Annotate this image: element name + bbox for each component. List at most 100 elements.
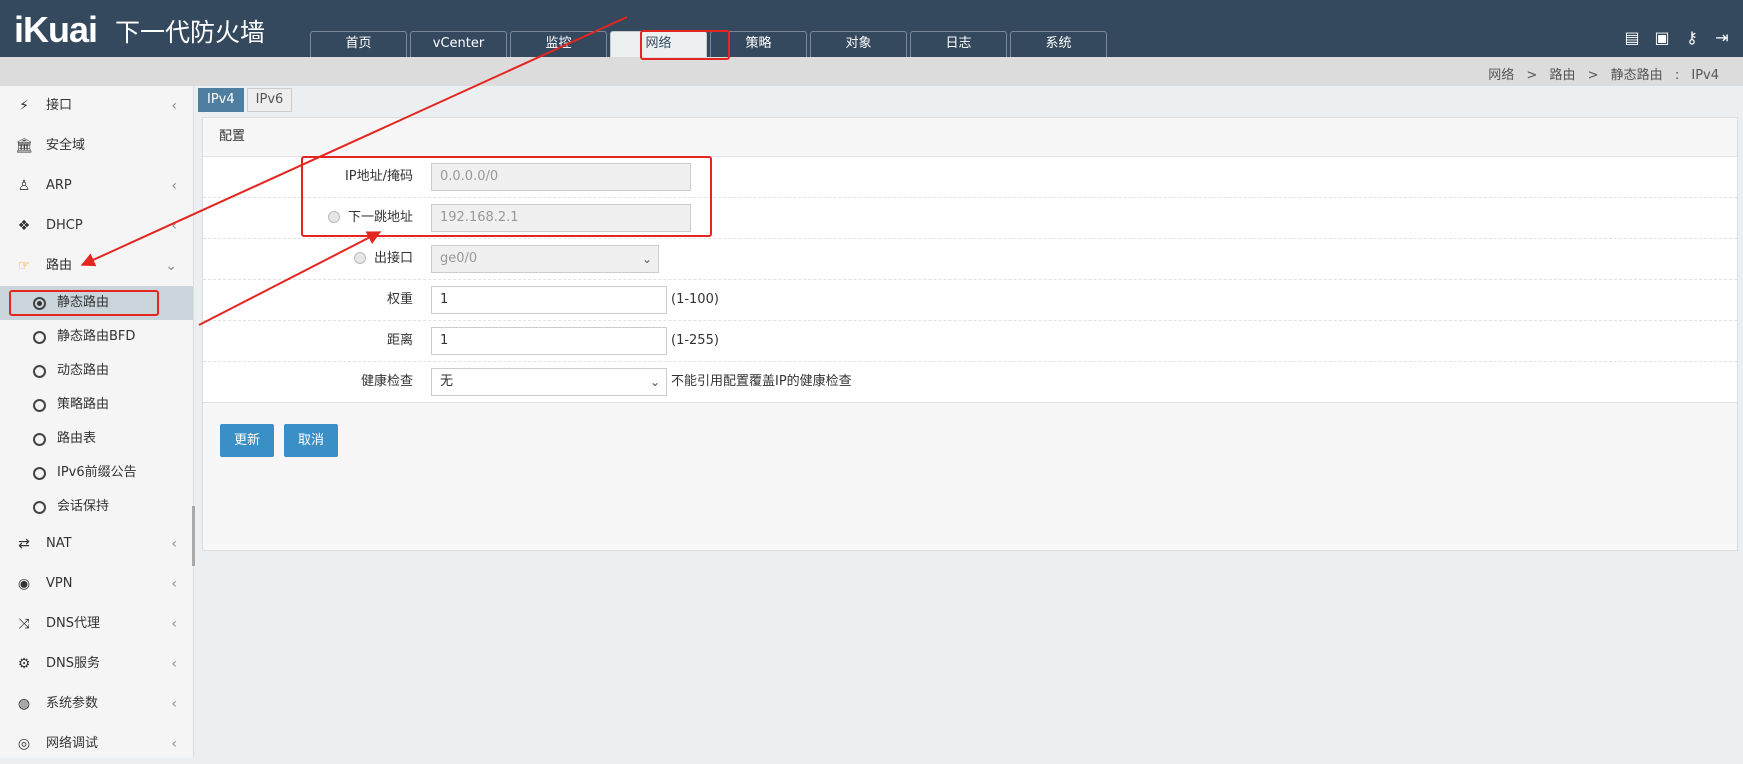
plug-icon: ⚡ — [19, 98, 29, 114]
sidebar-subitem-label: 会话保持 — [57, 499, 110, 514]
tab-ipv6[interactable]: IPv6 — [246, 88, 293, 112]
health-check-label: 健康检查 — [360, 374, 413, 389]
breadcrumb-static-route[interactable]: 静态路由 — [1611, 68, 1663, 83]
update-button[interactable]: 更新 — [220, 424, 275, 457]
tab-system[interactable]: 系统 — [1010, 31, 1107, 57]
next-hop-radio[interactable] — [327, 210, 340, 223]
sidebar-item-label: DHCP — [46, 218, 83, 233]
sidebar-item-dns-service[interactable]: ⚙ DNS服务 ‹ — [0, 644, 193, 684]
cancel-button[interactable]: 取消 — [284, 424, 339, 457]
sidebar-item-label: 系统参数 — [46, 696, 99, 711]
sidebar-item-vpn[interactable]: ◉ VPN ‹ — [0, 564, 193, 604]
sidebar-subitem-label: IPv6前缀公告 — [57, 465, 137, 480]
sidebar-item-dhcp[interactable]: ❖ DHCP ‹ — [0, 206, 193, 246]
tab-monitor[interactable]: 监控 — [510, 31, 607, 57]
sidebar-subitem-session-keep[interactable]: 会话保持 — [0, 490, 193, 524]
tab-home[interactable]: 首页 — [310, 31, 407, 57]
tab-log[interactable]: 日志 — [910, 31, 1007, 57]
chevron-left-icon: ‹ — [171, 536, 177, 552]
chevron-left-icon: ‹ — [171, 616, 177, 632]
sidebar-item-security-zone[interactable]: 🏛 安全域 — [0, 126, 193, 166]
chevron-down-icon: ⌄ — [165, 258, 177, 274]
sidebar-item-system-params[interactable]: ◍ 系统参数 ‹ — [0, 684, 193, 724]
sidebar-item-nat[interactable]: ⇄ NAT ‹ — [0, 524, 193, 564]
sidebar-subitem-ipv6-prefix[interactable]: IPv6前缀公告 — [0, 456, 193, 490]
header-toolbar: ▤ ▣ ⚷ ⇥ — [1623, 28, 1731, 47]
health-check-select[interactable]: 无 ⌄ — [431, 368, 667, 396]
lock-icon: ◉ — [17, 576, 31, 592]
sidebar-item-label: VPN — [46, 576, 73, 591]
sidebar-subitem-route-table[interactable]: 路由表 — [0, 422, 193, 456]
chevron-left-icon: ‹ — [171, 218, 177, 234]
tab-vcenter[interactable]: vCenter — [410, 31, 507, 57]
sidebar-item-label: 网络调试 — [46, 736, 99, 751]
out-interface-value: ge0/0 — [440, 251, 478, 266]
sidebar-item-label: NAT — [46, 536, 72, 551]
main-nav-tabs: 首页 vCenter 监控 网络 策略 对象 日志 系统 — [310, 31, 1110, 57]
logo: iKuai — [14, 9, 98, 50]
weight-hint: (1-100) — [671, 292, 719, 307]
sidebar-subitem-dynamic-route[interactable]: 动态路由 — [0, 354, 193, 388]
distance-label: 距离 — [386, 333, 413, 348]
sidebar-item-arp[interactable]: ♙ ARP ‹ — [0, 166, 193, 206]
shuffle-icon: ⤨ — [18, 616, 30, 632]
save-icon[interactable]: ▣ — [1653, 28, 1671, 47]
sidebar: ⚡ 接口 ‹ 🏛 安全域 ♙ ARP ‹ ❖ DHCP ‹ ☞ 路由 ⌄ 静态路… — [0, 86, 195, 758]
radio-icon — [33, 501, 46, 514]
chevron-down-icon: ⌄ — [641, 252, 652, 266]
ip-version-tabs: IPv4 IPv6 — [198, 88, 293, 112]
chevron-left-icon: ‹ — [171, 656, 177, 672]
form-row-distance: 距离 1 (1-255) — [203, 321, 1737, 362]
out-interface-select[interactable]: ge0/0 ⌄ — [431, 245, 659, 273]
weight-input[interactable]: 1 — [431, 286, 667, 314]
chevron-left-icon: ‹ — [171, 576, 177, 592]
next-hop-label-wrap: 下一跳地址 — [203, 198, 413, 238]
sidebar-item-interface[interactable]: ⚡ 接口 ‹ — [0, 86, 193, 126]
radio-icon — [33, 331, 46, 344]
sidebar-item-route[interactable]: ☞ 路由 ⌄ — [0, 246, 193, 286]
sidebar-item-label: 接口 — [46, 98, 73, 113]
form-actions: 更新 取消 — [220, 424, 339, 457]
tab-object[interactable]: 对象 — [810, 31, 907, 57]
breadcrumb: 网络 > 路由 > 静态路由 : IPv4 — [1484, 64, 1723, 83]
next-hop-label: 下一跳地址 — [347, 210, 413, 225]
top-header: iKuai 下一代防火墙 首页 vCenter 监控 网络 策略 对象 日志 系… — [0, 0, 1743, 57]
ip-mask-input[interactable]: 0.0.0.0/0 — [431, 163, 691, 191]
breadcrumb-route[interactable]: 路由 — [1549, 68, 1575, 83]
out-if-radio[interactable] — [353, 251, 366, 264]
gears-icon: ⚙ — [17, 656, 31, 672]
cubes-icon: ❖ — [17, 218, 31, 234]
logout-icon[interactable]: ⇥ — [1713, 28, 1731, 47]
language-icon[interactable]: ▤ — [1623, 28, 1641, 47]
sidebar-subitem-policy-route[interactable]: 策略路由 — [0, 388, 193, 422]
exchange-icon: ⇄ — [18, 536, 30, 552]
distance-hint: (1-255) — [671, 333, 719, 348]
sidebar-subitem-label: 静态路由BFD — [57, 329, 136, 344]
target-icon: ◎ — [17, 736, 31, 752]
sidebar-subitem-static-route[interactable]: 静态路由 — [0, 286, 193, 320]
ip-mask-label: IP地址/掩码 — [344, 169, 413, 184]
breadcrumb-network[interactable]: 网络 — [1488, 68, 1514, 83]
form-row-out-interface: 出接口 ge0/0 ⌄ — [203, 239, 1737, 280]
distance-input[interactable]: 1 — [431, 327, 667, 355]
sidebar-item-network-debug[interactable]: ◎ 网络调试 ‹ — [0, 724, 193, 764]
tab-network[interactable]: 网络 — [610, 31, 707, 57]
chevron-left-icon: ‹ — [171, 178, 177, 194]
breadcrumb-separator: > — [1526, 68, 1538, 83]
chevron-down-icon: ⌄ — [649, 375, 660, 389]
radio-icon — [33, 433, 46, 446]
tab-ipv4[interactable]: IPv4 — [198, 88, 244, 112]
breadcrumb-colon: : — [1674, 68, 1680, 83]
radio-icon — [33, 467, 46, 480]
main-content: IPv4 IPv6 配置 IP地址/掩码 0.0.0.0/0 下一跳地址 192… — [195, 86, 1743, 758]
health-check-value: 无 — [440, 374, 454, 389]
key-icon[interactable]: ⚷ — [1683, 28, 1701, 47]
next-hop-input[interactable]: 192.168.2.1 — [431, 204, 691, 232]
sidebar-subitem-label: 静态路由 — [57, 295, 110, 310]
chevron-left-icon: ‹ — [171, 736, 177, 752]
tab-policy[interactable]: 策略 — [710, 31, 807, 57]
form-row-ip-mask: IP地址/掩码 0.0.0.0/0 — [203, 157, 1737, 198]
sidebar-item-label: 安全域 — [46, 138, 86, 153]
sidebar-subitem-static-route-bfd[interactable]: 静态路由BFD — [0, 320, 193, 354]
sidebar-item-dns-proxy[interactable]: ⤨ DNS代理 ‹ — [0, 604, 193, 644]
